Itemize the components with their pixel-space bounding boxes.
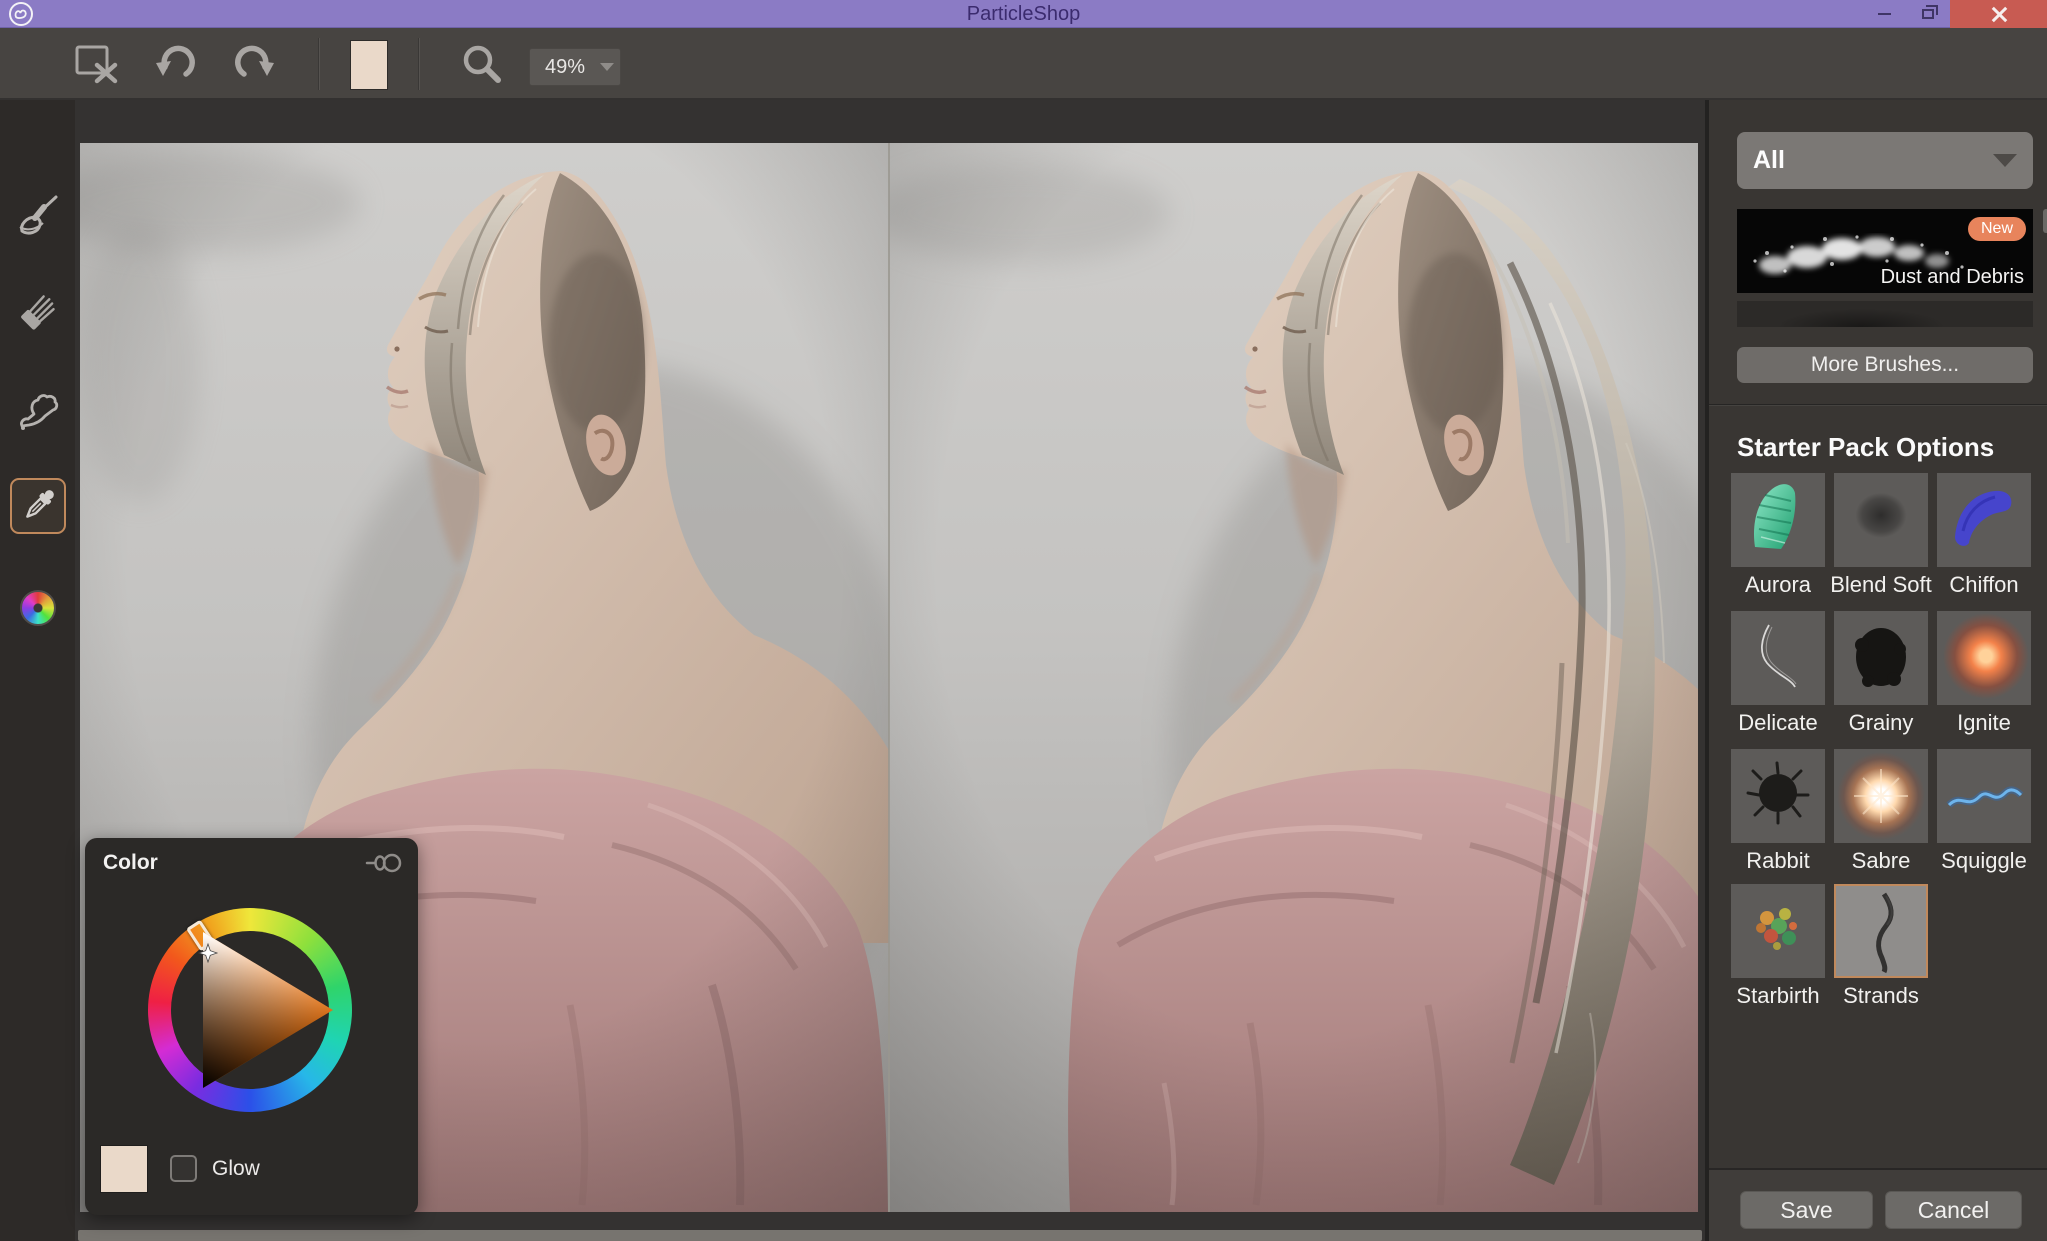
toolbar-separator bbox=[418, 38, 420, 90]
window-title: ParticleShop bbox=[0, 3, 2047, 26]
color-wheel-button[interactable] bbox=[15, 585, 61, 631]
brush-label: Sabre bbox=[1826, 848, 1936, 874]
brush-label: Strands bbox=[1826, 983, 1936, 1009]
restore-icon bbox=[1922, 9, 1934, 19]
cancel-button[interactable]: Cancel bbox=[1885, 1191, 2022, 1229]
save-button[interactable]: Save bbox=[1740, 1191, 1873, 1229]
hand-icon bbox=[16, 388, 60, 432]
zoom-level-dropdown[interactable]: 49% bbox=[529, 48, 621, 86]
delicate-brush-thumb bbox=[1731, 611, 1825, 705]
featured-brush-name: Dust and Debris bbox=[1881, 266, 2024, 289]
particleshop-window: ParticleShop bbox=[0, 0, 2047, 1241]
sabre-brush-thumb bbox=[1834, 749, 1928, 843]
eraser-tool-button[interactable] bbox=[15, 289, 61, 335]
brush-tile-ignite[interactable] bbox=[1937, 611, 2031, 705]
zoom-tool-button[interactable] bbox=[460, 42, 504, 86]
restore-button[interactable] bbox=[1906, 0, 1950, 28]
undo-button[interactable] bbox=[152, 42, 198, 84]
magnifier-icon bbox=[460, 42, 504, 86]
featured-brush-tile[interactable]: New Dust and Debris bbox=[1737, 209, 2033, 293]
brush-label: Delicate bbox=[1723, 710, 1833, 736]
zoom-level-value: 49% bbox=[530, 56, 600, 79]
brush-label: Chiffon bbox=[1929, 572, 2039, 598]
minimize-button[interactable] bbox=[1862, 0, 1906, 28]
rabbit-brush-thumb bbox=[1731, 749, 1825, 843]
brush-tile-strands[interactable] bbox=[1834, 884, 1928, 978]
eraser-icon bbox=[16, 290, 60, 334]
brush-label: Aurora bbox=[1723, 572, 1833, 598]
glow-label: Glow bbox=[212, 1157, 260, 1181]
eyedropper-tool-button[interactable] bbox=[10, 478, 66, 534]
close-icon bbox=[1991, 6, 2007, 22]
clear-canvas-button[interactable] bbox=[73, 42, 121, 86]
redo-icon bbox=[232, 42, 278, 84]
brush-label: Blend Soft bbox=[1826, 572, 1936, 598]
brush-label: Squiggle bbox=[1929, 848, 2039, 874]
starter-pack-title: Starter Pack Options bbox=[1737, 432, 1994, 463]
eyedropper-icon bbox=[16, 484, 60, 528]
brush-label: Starbirth bbox=[1723, 983, 1833, 1009]
chevron-down-icon bbox=[1993, 154, 2017, 167]
brush-tile-squiggle[interactable] bbox=[1937, 749, 2031, 843]
brush-list-scrollbar[interactable] bbox=[2043, 209, 2047, 233]
brush-filter-dropdown[interactable]: All bbox=[1737, 132, 2033, 189]
brush-icon bbox=[16, 193, 60, 237]
more-brushes-button[interactable]: More Brushes... bbox=[1737, 347, 2033, 383]
brush-label: Ignite bbox=[1929, 710, 2039, 736]
redo-button[interactable] bbox=[232, 42, 278, 84]
hue-ring[interactable] bbox=[148, 908, 352, 1112]
minimize-icon bbox=[1878, 13, 1891, 15]
chevron-down-icon bbox=[600, 63, 614, 71]
brush-tile-rabbit[interactable] bbox=[1731, 749, 1825, 843]
tool-sidebar: ? bbox=[0, 100, 75, 1241]
color-wheel-icon bbox=[20, 590, 56, 626]
titlebar: ParticleShop bbox=[0, 0, 2047, 28]
brush-tool-button[interactable] bbox=[15, 192, 61, 238]
pin-icon[interactable] bbox=[364, 850, 404, 876]
panel-footer: Save Cancel bbox=[1709, 1168, 2047, 1241]
strands-brush-thumb bbox=[1836, 886, 1926, 976]
clear-canvas-icon bbox=[73, 42, 121, 86]
color-panel-title: Color bbox=[103, 851, 158, 875]
hue-ring-hole bbox=[171, 931, 329, 1089]
brush-tile-sabre[interactable] bbox=[1834, 749, 1928, 843]
selected-color-swatch[interactable] bbox=[100, 1145, 148, 1193]
brush-tile-blend-soft[interactable] bbox=[1834, 473, 1928, 567]
brush-panel: All New bbox=[1705, 100, 2047, 1241]
panel-divider bbox=[1709, 404, 2047, 406]
new-badge: New bbox=[1968, 217, 2026, 241]
brush-filter-value: All bbox=[1753, 146, 1993, 175]
starbirth-brush-thumb bbox=[1731, 884, 1825, 978]
horizontal-scrollbar[interactable] bbox=[78, 1230, 1702, 1241]
squiggle-brush-thumb bbox=[1937, 749, 2031, 843]
brush-label: Rabbit bbox=[1723, 848, 1833, 874]
color-panel: Color bbox=[85, 838, 418, 1215]
brush-tile-chiffon[interactable] bbox=[1937, 473, 2031, 567]
brush-tile-delicate[interactable] bbox=[1731, 611, 1825, 705]
toolbar-separator bbox=[318, 38, 320, 90]
undo-icon bbox=[152, 42, 198, 84]
toolbar: 49% bbox=[0, 28, 2047, 100]
glow-checkbox[interactable] bbox=[170, 1155, 197, 1182]
close-button[interactable] bbox=[1950, 0, 2047, 28]
brush-label: Grainy bbox=[1826, 710, 1936, 736]
grainy-brush-thumb bbox=[1834, 611, 1928, 705]
brush-tile-aurora[interactable] bbox=[1731, 473, 1825, 567]
current-color-swatch[interactable] bbox=[350, 40, 388, 90]
brush-tile-grainy[interactable] bbox=[1834, 611, 1928, 705]
chiffon-brush-thumb bbox=[1937, 473, 2031, 567]
aurora-brush-thumb bbox=[1731, 473, 1825, 567]
brush-tile-starbirth[interactable] bbox=[1731, 884, 1825, 978]
next-brush-tile-partial[interactable] bbox=[1737, 301, 2033, 327]
smudge-tool-button[interactable] bbox=[15, 387, 61, 433]
